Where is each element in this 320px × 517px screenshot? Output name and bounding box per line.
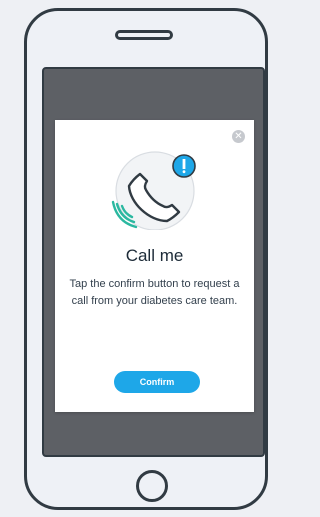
close-icon[interactable]: ✕ [232,130,245,143]
phone-call-icon [111,151,196,230]
home-button[interactable] [136,470,168,502]
phone-speaker [115,30,173,40]
call-me-modal: ✕ Call me Tap the confirm button to requ… [55,120,254,412]
phone-screen: ✕ Call me Tap the confirm button to requ… [42,67,265,457]
confirm-button[interactable]: Confirm [114,371,200,393]
alert-badge-icon [172,154,196,178]
modal-message: Tap the confirm button to request a call… [69,278,240,307]
modal-title: Call me [125,246,184,265]
